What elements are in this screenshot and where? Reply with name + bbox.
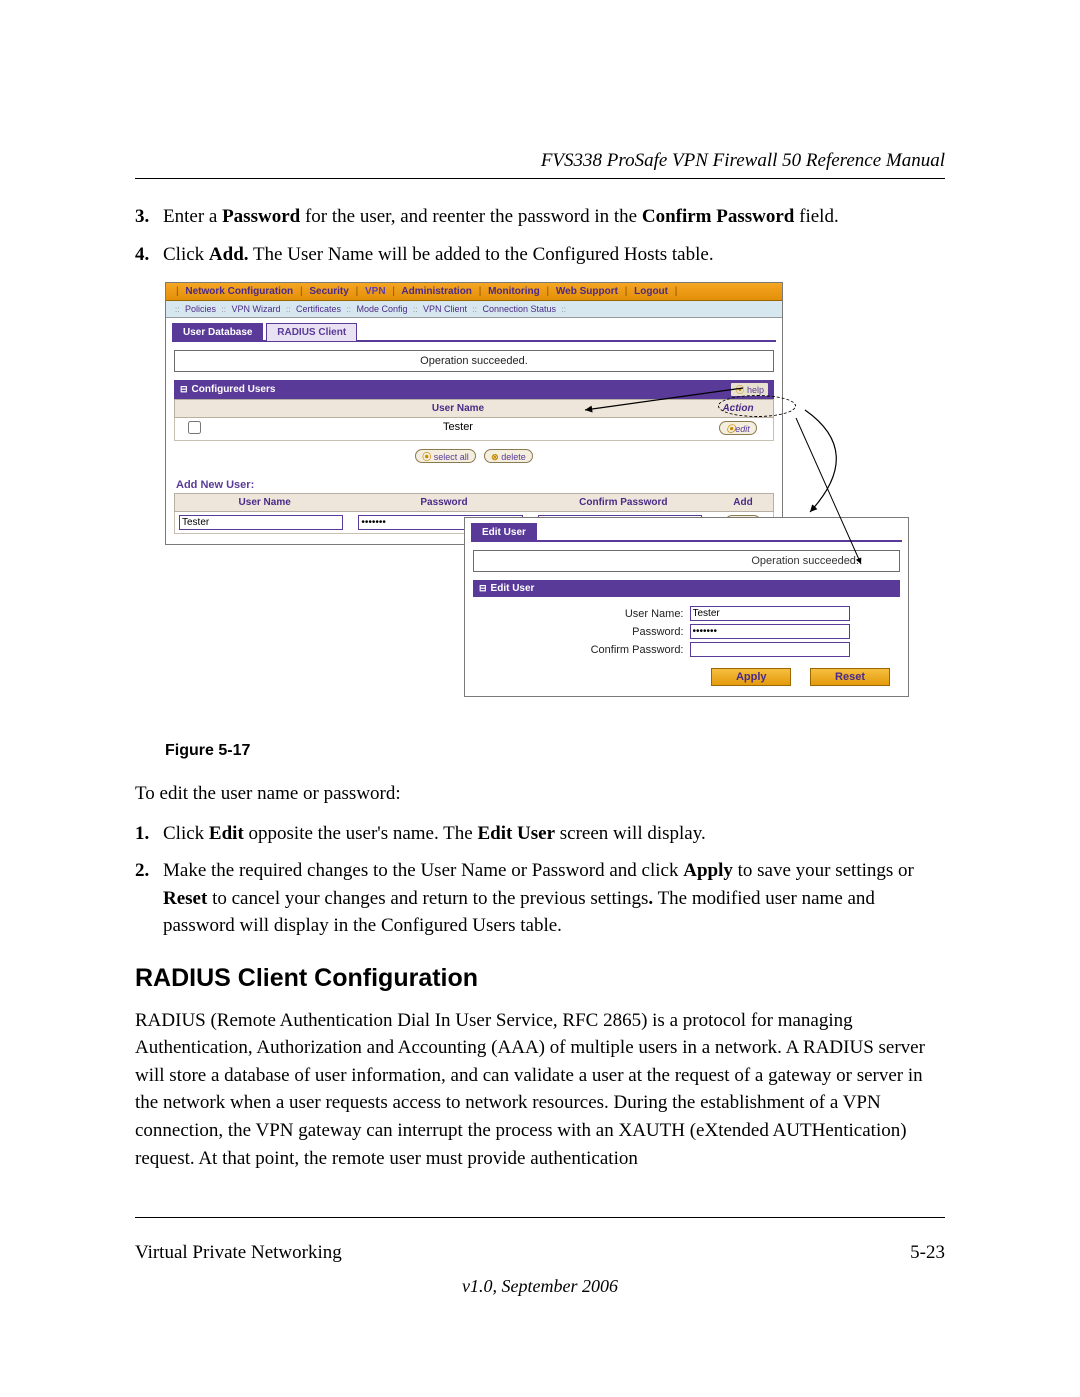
main-navbar: | Network Configuration | Security | VPN…	[166, 283, 782, 301]
col-action: Action	[703, 400, 773, 417]
nav-security[interactable]: Security	[309, 286, 348, 297]
figure-5-17: | Network Configuration | Security | VPN…	[165, 282, 945, 734]
tab-radius-client[interactable]: RADIUS Client	[266, 323, 357, 341]
step-3-text: Enter a Password for the user, and reent…	[163, 203, 945, 231]
edit-step-2-num: 2.	[135, 857, 163, 940]
tab-row: User Database RADIUS Client	[166, 318, 782, 342]
footer-rule	[135, 1217, 945, 1218]
step-3-num: 3.	[135, 203, 163, 231]
step-4-text: Click Add. The User Name will be added t…	[163, 241, 945, 269]
row-username: Tester	[213, 418, 703, 440]
screenshot-user-database: | Network Configuration | Security | VPN…	[165, 282, 783, 545]
nav-logout[interactable]: Logout	[634, 286, 668, 297]
heading-radius: RADIUS Client Configuration	[135, 964, 945, 993]
nav-netconf[interactable]: Network Configuration	[185, 286, 293, 297]
subnav-policies[interactable]: Policies	[185, 304, 216, 314]
edit-input-username[interactable]	[690, 606, 850, 621]
addhdr-password: Password	[354, 494, 533, 511]
edit-input-password[interactable]	[690, 624, 850, 639]
section-edit-user: ⊟ Edit User	[473, 580, 900, 597]
nav-admin[interactable]: Administration	[401, 286, 472, 297]
addhdr-username: User Name	[175, 494, 354, 511]
section-title-edit: Edit User	[491, 583, 535, 594]
user-row: Tester ⦿edit	[174, 418, 774, 441]
tab-user-database[interactable]: User Database	[172, 323, 263, 341]
nav-websupport[interactable]: Web Support	[556, 286, 618, 297]
footer-right: 5-23	[910, 1242, 945, 1264]
addhdr-add: Add	[713, 494, 773, 511]
operation-message-2: Operation succeeded.	[473, 550, 900, 572]
operation-message: Operation succeeded.	[174, 350, 774, 372]
label-password: Password:	[475, 626, 690, 638]
delete-button[interactable]: ⊗ delete	[484, 449, 533, 463]
subnav-wizard[interactable]: VPN Wizard	[231, 304, 280, 314]
label-confirm: Confirm Password:	[475, 644, 690, 656]
section-title: Configured Users	[192, 384, 276, 395]
edit-step-1-text: Click Edit opposite the user's name. The…	[163, 820, 945, 848]
figure-caption: Figure 5-17	[165, 742, 945, 760]
step-4-num: 4.	[135, 241, 163, 269]
add-new-user-title: Add New User:	[166, 479, 782, 493]
footer-version: v1.0, September 2006	[135, 1276, 945, 1297]
collapse-icon[interactable]: ⊟	[180, 384, 188, 395]
help-button[interactable]: ⦿ help	[731, 383, 768, 396]
subnav-certs[interactable]: Certificates	[296, 304, 341, 314]
section-configured-users: ⊟ Configured Users ⦿ help	[174, 380, 774, 399]
select-all-button[interactable]: ⦿ select all	[415, 449, 476, 463]
edit-intro: To edit the user name or password:	[135, 780, 945, 808]
edit-input-confirm[interactable]	[690, 642, 850, 657]
subnav-connstatus[interactable]: Connection Status	[482, 304, 556, 314]
collapse-icon[interactable]: ⊟	[479, 583, 487, 594]
addhdr-confirm: Confirm Password	[534, 494, 713, 511]
nav-monitoring[interactable]: Monitoring	[488, 286, 540, 297]
subnav-vpnclient[interactable]: VPN Client	[423, 304, 467, 314]
doc-header-title: FVS338 ProSafe VPN Firewall 50 Reference…	[135, 150, 945, 172]
subnav-modecfg[interactable]: Mode Config	[356, 304, 407, 314]
footer-left: Virtual Private Networking	[135, 1242, 342, 1264]
screenshot-edit-user: Edit User Operation succeeded. ⊟ Edit Us…	[464, 517, 909, 697]
nav-vpn[interactable]: VPN	[365, 286, 386, 297]
edit-step-2-text: Make the required changes to the User Na…	[163, 857, 945, 940]
label-username: User Name:	[475, 608, 690, 620]
tab-edit-user[interactable]: Edit User	[471, 523, 537, 541]
sub-navbar: :: Policies :: VPN Wizard :: Certificate…	[166, 301, 782, 318]
col-username: User Name	[213, 400, 703, 417]
header-rule	[135, 178, 945, 179]
radius-paragraph: RADIUS (Remote Authentication Dial In Us…	[135, 1007, 945, 1172]
edit-step-1-num: 1.	[135, 820, 163, 848]
row-checkbox[interactable]	[188, 421, 201, 434]
apply-button[interactable]: Apply	[711, 668, 791, 686]
configured-users-header: User Name Action	[174, 399, 774, 418]
reset-button[interactable]: Reset	[810, 668, 890, 686]
input-username[interactable]	[179, 515, 343, 530]
edit-button[interactable]: ⦿edit	[719, 421, 757, 435]
